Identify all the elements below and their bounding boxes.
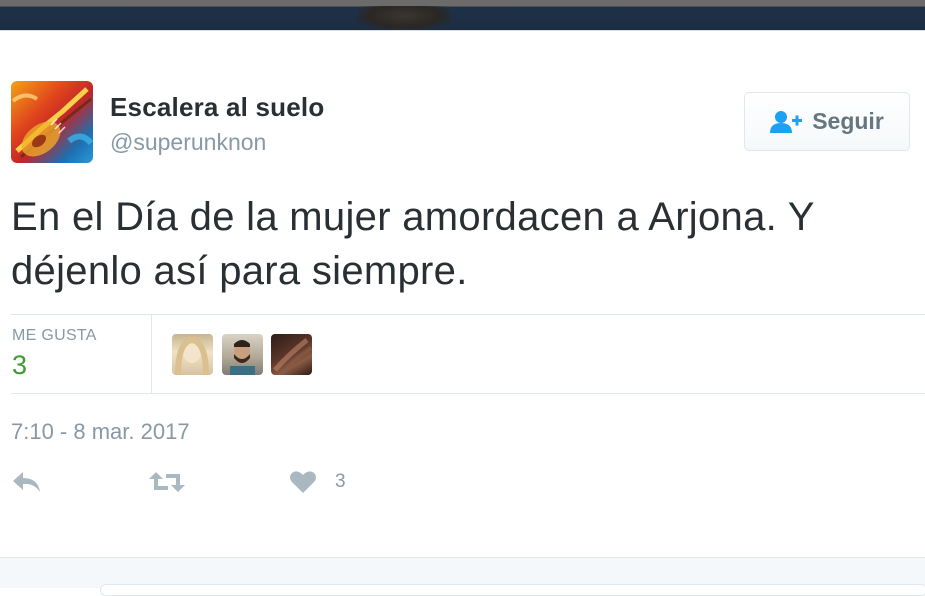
user-handle[interactable]: @superunknon [110,129,266,156]
likes-count[interactable]: 3 [12,350,27,381]
retweet-icon [149,472,185,492]
like-count: 3 [335,471,346,492]
reply-input-box[interactable] [100,584,925,596]
heart-icon [290,471,316,493]
user-avatar[interactable] [11,81,93,163]
like-button[interactable]: 3 [289,470,346,494]
reply-area-strip [0,557,925,596]
liker-avatar[interactable] [222,334,263,375]
tweet-text: En el Día de la mujer amordacen a Arjona… [11,195,814,293]
liker-photo-icon [273,338,312,375]
liker-photo-icon [175,336,209,375]
likes-label[interactable]: ME GUSTA [12,327,97,345]
follow-button[interactable]: Seguir [744,92,910,151]
guitar-art-icon [11,87,93,159]
divider [151,315,152,393]
retweet-button[interactable] [148,470,186,494]
liker-avatar[interactable] [172,334,213,375]
follow-button-label: Seguir [812,108,884,134]
tweet-timestamp[interactable]: 7:10 - 8 mar. 2017 [11,419,190,445]
liker-avatar[interactable] [271,334,312,375]
header-banner-strip [0,0,925,30]
liker-photo-icon [230,340,255,375]
banner-image-fragment [358,6,450,30]
reply-icon [13,472,40,492]
divider [11,314,925,315]
reply-button[interactable] [12,470,42,494]
user-name[interactable]: Escalera al suelo [110,92,324,123]
divider [0,30,925,31]
divider [11,393,925,394]
add-user-icon [770,110,803,133]
